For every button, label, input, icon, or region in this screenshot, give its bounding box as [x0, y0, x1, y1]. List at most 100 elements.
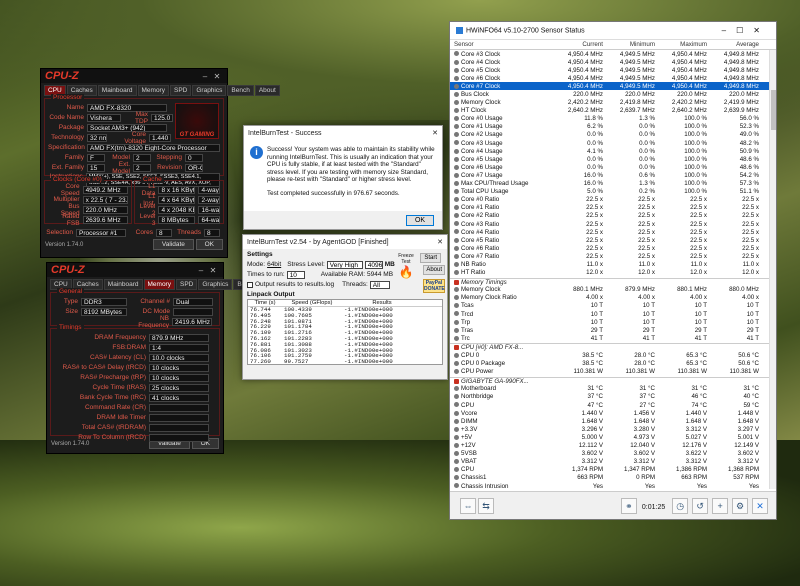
- sensor-row[interactable]: CPU 0 Package 38.5 °C 28.0 °C 65.3 °C 50.6 °…: [450, 360, 776, 368]
- sensor-group-header[interactable]: Memory Timings: [450, 277, 776, 286]
- close-icon[interactable]: ✕: [437, 238, 443, 246]
- sensor-row[interactable]: Tcas 10 T 10 T 10 T 10 T: [450, 302, 776, 310]
- vertical-scrollbar[interactable]: [769, 50, 776, 489]
- tab-about[interactable]: About: [254, 85, 280, 96]
- success-ok-button[interactable]: OK: [406, 215, 434, 226]
- sensor-row[interactable]: +12V 12.112 V 12.040 V 12.176 V 12.149 V: [450, 442, 776, 450]
- sensor-row[interactable]: Core #6 Clock 4,950.4 MHz 4,949.5 MHz 4,950…: [450, 74, 776, 82]
- sensor-row[interactable]: CPU 47 °C 27 °C 74 °C 59 °C: [450, 401, 776, 409]
- sensor-row[interactable]: Core #1 Ratio 22.5 x 22.5 x 22.5 x 22.5 x: [450, 204, 776, 212]
- maximize-icon[interactable]: ☐: [736, 26, 753, 35]
- minimize-icon[interactable]: –: [722, 26, 736, 35]
- navigate-arrows-icon[interactable]: ⇔: [460, 497, 476, 514]
- sensor-row[interactable]: CPU 0 38.5 °C 28.0 °C 65.3 °C 50.6 °C: [450, 351, 776, 359]
- sensor-row[interactable]: Memory Clock 880.1 MHz 879.9 MHz 880.1 MHz 8…: [450, 286, 776, 294]
- close-icon[interactable]: ✕: [211, 72, 223, 81]
- sensor-row[interactable]: Core #4 Ratio 22.5 x 22.5 x 22.5 x 22.5 x: [450, 228, 776, 236]
- sensor-row[interactable]: CPU 1,374 RPM 1,347 RPM 1,386 RPM 1,368 RPM: [450, 466, 776, 474]
- network-icon[interactable]: ⚭: [620, 497, 637, 514]
- sensor-row[interactable]: Chassis Intrusion Yes Yes Yes Yes: [450, 482, 776, 490]
- sensor-row[interactable]: Core #1 Usage 6.2 % 0.0 % 100.0 % 52.3 %: [450, 123, 776, 131]
- sensor-group-header[interactable]: CPU [#0]: AMD FX-8...: [450, 343, 776, 351]
- cpuz-title-bar[interactable]: CPU-Z – ✕: [41, 69, 227, 83]
- processor-select[interactable]: Processor #1: [76, 228, 126, 237]
- sensor-row[interactable]: DIMM 1.648 V 1.648 V 1.648 V 1.648 V: [450, 417, 776, 425]
- sensor-row[interactable]: Core #4 Clock 4,950.4 MHz 4,949.5 MHz 4,950…: [450, 58, 776, 66]
- minimize-icon[interactable]: –: [199, 72, 211, 81]
- sensor-row[interactable]: Core #7 Ratio 22.5 x 22.5 x 22.5 x 22.5 x: [450, 252, 776, 260]
- validate-button[interactable]: Validate: [152, 239, 194, 250]
- tab-memory[interactable]: Memory: [143, 279, 175, 290]
- sensor-row[interactable]: Core #7 Clock 4,950.4 MHz 4,949.5 MHz 4,950…: [450, 82, 776, 91]
- sensor-row[interactable]: Core #5 Clock 4,950.4 MHz 4,949.5 MHz 4,950…: [450, 66, 776, 74]
- minimize-icon[interactable]: –: [195, 266, 207, 275]
- tab-graphics[interactable]: Graphics: [198, 279, 233, 290]
- sensor-row[interactable]: Core #7 Usage 16.0 % 0.6 % 100.0 % 54.2 %: [450, 171, 776, 179]
- clock-icon[interactable]: ◷: [672, 497, 689, 514]
- stress-select[interactable]: Very High: [326, 260, 363, 269]
- close-icon[interactable]: ✕: [753, 26, 770, 35]
- sensor-row[interactable]: Core #0 Ratio 22.5 x 22.5 x 22.5 x 22.5 x: [450, 196, 776, 204]
- settings-icon[interactable]: ⚙: [732, 497, 749, 514]
- about-button[interactable]: About: [423, 265, 445, 275]
- sensor-row[interactable]: Bus Clock 220.0 MHz 220.0 MHz 220.0 MHz 220.…: [450, 90, 776, 98]
- sensor-row[interactable]: HT Ratio 12.0 x 12.0 x 12.0 x 12.0 x: [450, 269, 776, 277]
- sensor-row[interactable]: +3.3V 3.296 V 3.280 V 3.312 V 3.297 V: [450, 425, 776, 433]
- ok-button[interactable]: OK: [195, 239, 223, 250]
- sensor-row[interactable]: Max CPU/Thread Usage 16.0 % 1.3 % 100.0 % 57…: [450, 180, 776, 188]
- sensor-group-header[interactable]: GIGABYTE GA-990FX...: [450, 376, 776, 385]
- sensor-row[interactable]: Core #3 Clock 4,950.4 MHz 4,949.5 MHz 4,950…: [450, 50, 776, 58]
- sensor-row[interactable]: VBAT 3.312 V 3.312 V 3.312 V 3.312 V: [450, 458, 776, 466]
- tab-mainboard[interactable]: Mainboard: [103, 279, 143, 290]
- times-input[interactable]: 10: [286, 270, 305, 279]
- sensor-row[interactable]: HT Clock 2,640.2 MHz 2,639.7 MHz 2,640.2 MH…: [450, 107, 776, 115]
- column-header-maximum[interactable]: Maximum: [658, 41, 710, 48]
- column-header-current[interactable]: Current: [554, 41, 606, 48]
- hwinfo-title-bar[interactable]: HWiNFO64 v5.10-2700 Sensor Status –☐✕: [450, 22, 776, 40]
- sensor-row[interactable]: Core #6 Usage 0.0 % 0.0 % 100.0 % 48.6 %: [450, 163, 776, 171]
- start-button[interactable]: Start: [420, 253, 441, 263]
- column-header-sensor[interactable]: Sensor: [454, 41, 554, 48]
- sensor-row[interactable]: Memory Clock 2,420.2 MHz 2,419.8 MHz 2,420.…: [450, 99, 776, 107]
- output-checkbox[interactable]: [247, 281, 253, 288]
- sensor-row[interactable]: Tras 29 T 29 T 29 T 29 T: [450, 326, 776, 334]
- tab-mainboard[interactable]: Mainboard: [97, 85, 137, 96]
- sensor-row[interactable]: Core #3 Usage 0.0 % 0.0 % 100.0 % 48.2 %: [450, 139, 776, 147]
- cpuz2-title-bar[interactable]: CPU-Z – ✕: [47, 263, 223, 277]
- memory-size-field[interactable]: 4096: [364, 260, 383, 269]
- sensor-row[interactable]: Trp 10 T 10 T 10 T 10 T: [450, 318, 776, 326]
- sensor-row[interactable]: Core #2 Ratio 22.5 x 22.5 x 22.5 x 22.5 x: [450, 212, 776, 220]
- sensor-row[interactable]: Core #5 Usage 0.0 % 0.0 % 100.0 % 48.6 %: [450, 155, 776, 163]
- sensor-row[interactable]: Trcd 10 T 10 T 10 T 10 T: [450, 310, 776, 318]
- reset-icon[interactable]: ↺: [692, 497, 709, 514]
- close-icon[interactable]: ✕: [207, 266, 219, 275]
- threads-select[interactable]: All: [369, 280, 390, 289]
- column-header-minimum[interactable]: Minimum: [606, 41, 658, 48]
- sensor-row[interactable]: +5V 5.000 V 4.973 V 5.027 V 5.001 V: [450, 433, 776, 441]
- tab-spd[interactable]: SPD: [169, 85, 192, 96]
- add-report-icon[interactable]: +: [712, 497, 729, 514]
- sensor-row[interactable]: Chassis1 663 RPM 0 RPM 663 RPM 537 RPM: [450, 474, 776, 482]
- paypal-donate-button[interactable]: PayPal DONATE: [423, 279, 445, 293]
- sensor-row[interactable]: Core #2 Usage 0.0 % 0.0 % 100.0 % 49.0 %: [450, 131, 776, 139]
- sensor-row[interactable]: CPU Power 110.381 W 110.381 W 110.381 W 110.…: [450, 368, 776, 376]
- sensor-row[interactable]: Northbridge 37 °C 37 °C 46 °C 40 °C: [450, 393, 776, 401]
- tab-memory[interactable]: Memory: [137, 85, 169, 96]
- sensor-row[interactable]: 5VSB 3.602 V 3.602 V 3.622 V 3.602 V: [450, 450, 776, 458]
- sensor-row[interactable]: Core #3 Ratio 22.5 x 22.5 x 22.5 x 22.5 x: [450, 220, 776, 228]
- sensor-row[interactable]: Core #0 Usage 11.8 % 1.3 % 100.0 % 56.0 %: [450, 115, 776, 123]
- tab-graphics[interactable]: Graphics: [192, 85, 227, 96]
- close-icon[interactable]: ✕: [432, 129, 438, 137]
- tab-bench[interactable]: Bench: [227, 85, 254, 96]
- sensor-row[interactable]: Core #5 Ratio 22.5 x 22.5 x 22.5 x 22.5 x: [450, 236, 776, 244]
- sensor-row[interactable]: Vcore 1.440 V 1.456 V 1.440 V 1.448 V: [450, 409, 776, 417]
- column-header-average[interactable]: Average: [710, 41, 762, 48]
- sensor-row[interactable]: Core #6 Ratio 22.5 x 22.5 x 22.5 x 22.5 x: [450, 244, 776, 252]
- sensor-row[interactable]: Core #4 Usage 4.1 % 0.0 % 100.0 % 50.9 %: [450, 147, 776, 155]
- sensor-row[interactable]: Total CPU Usage 5.0 % 0.2 % 100.0 % 51.1 %: [450, 188, 776, 196]
- expand-arrows-icon[interactable]: ⇆: [478, 497, 494, 514]
- tab-spd[interactable]: SPD: [175, 279, 198, 290]
- close-sensor-icon[interactable]: ✕: [752, 497, 768, 514]
- sensor-row[interactable]: Memory Clock Ratio 4.00 x 4.00 x 4.00 x 4.00…: [450, 294, 776, 302]
- sensor-row[interactable]: NB Ratio 11.0 x 11.0 x 11.0 x 11.0 x: [450, 260, 776, 268]
